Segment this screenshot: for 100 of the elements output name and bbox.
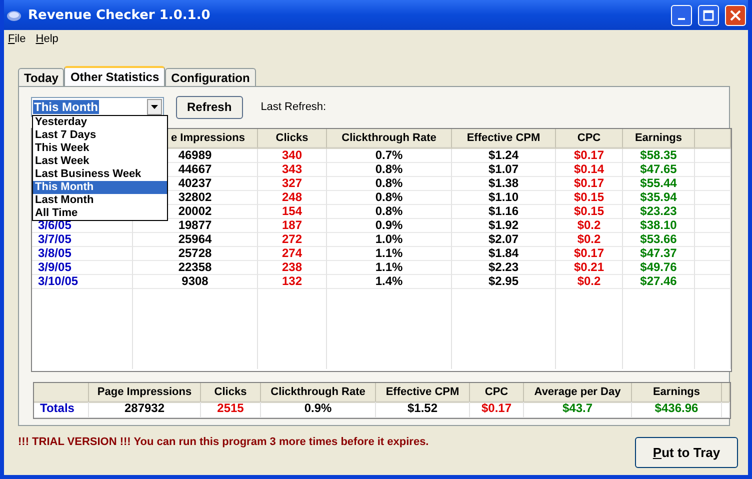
table-cell: 2515	[201, 402, 261, 418]
empty-cell	[695, 247, 731, 261]
menu-item[interactable]: File	[8, 32, 26, 44]
column-header[interactable]: CPC	[556, 129, 623, 149]
table-cell: 25964	[133, 233, 258, 247]
empty-cell	[695, 149, 731, 163]
table-cell: 1.1%	[327, 261, 452, 275]
empty-cell	[695, 177, 731, 191]
table-cell: $23.23	[623, 205, 695, 219]
column-header[interactable]: Effective CPM	[452, 129, 556, 149]
table-cell: 154	[258, 205, 327, 219]
column-header[interactable]: Clickthrough Rate	[261, 383, 376, 403]
table-cell: $2.07	[452, 233, 556, 247]
table-cell: 19877	[133, 219, 258, 233]
table-cell: $0.15	[556, 205, 623, 219]
table-cell: 0.8%	[327, 163, 452, 177]
column-header[interactable]: Clickthrough Rate	[327, 129, 452, 149]
table-cell: $43.7	[524, 402, 632, 418]
table-cell: 274	[258, 247, 327, 261]
table-cell: 248	[258, 191, 327, 205]
date-cell: 3/10/05	[32, 275, 133, 289]
empty-cell	[695, 261, 731, 275]
table-cell: 132	[258, 275, 327, 289]
table-cell: $55.44	[623, 177, 695, 191]
table-cell: $0.17	[470, 402, 524, 418]
table-cell: $2.95	[452, 275, 556, 289]
table-cell: 272	[258, 233, 327, 247]
date-cell: 3/7/05	[32, 233, 133, 247]
empty-cell	[695, 191, 731, 205]
dropdown-option[interactable]: This Month	[33, 181, 167, 194]
tab[interactable]: Other Statistics	[64, 66, 166, 86]
minimize-icon	[678, 18, 685, 20]
table-cell: 1.1%	[327, 247, 452, 261]
close-button[interactable]	[725, 4, 746, 26]
tab[interactable]: Configuration	[165, 68, 256, 86]
table-cell: 0.7%	[327, 149, 452, 163]
date-cell: 3/9/05	[32, 261, 133, 275]
column-header[interactable]: CPC	[470, 383, 524, 403]
put-to-tray-button[interactable]: Put to Tray	[635, 437, 738, 468]
empty-cell	[695, 275, 731, 289]
table-cell: 340	[258, 149, 327, 163]
menu-item[interactable]: Help	[36, 32, 58, 44]
last-refresh-label: Last Refresh:	[260, 101, 326, 113]
table-cell: $1.16	[452, 205, 556, 219]
empty-cell	[695, 163, 731, 177]
column-header[interactable]: Effective CPM	[376, 383, 470, 403]
column-header[interactable]: Earnings	[623, 129, 695, 149]
table-cell: $0.2	[556, 275, 623, 289]
table-cell: $1.07	[452, 163, 556, 177]
close-icon	[730, 10, 741, 20]
table-cell: 0.8%	[327, 191, 452, 205]
totals-label: Totals	[34, 402, 89, 418]
table-cell: $47.37	[623, 247, 695, 261]
dropdown-option[interactable]: Last 7 Days	[33, 129, 96, 142]
minimize-button[interactable]	[671, 4, 692, 26]
table-cell: $0.2	[556, 233, 623, 247]
table-cell: $53.66	[623, 233, 695, 247]
column-header[interactable]: Clicks	[201, 383, 261, 403]
table-cell: 22358	[133, 261, 258, 275]
empty-cell	[695, 233, 731, 247]
tab[interactable]: Today	[18, 68, 64, 86]
table-cell: 1.0%	[327, 233, 452, 247]
table-cell: $1.10	[452, 191, 556, 205]
table-cell: $27.46	[623, 275, 695, 289]
table-cell: $0.14	[556, 163, 623, 177]
table-cell: 327	[258, 177, 327, 191]
date-cell: 3/8/05	[32, 247, 133, 261]
refresh-button[interactable]: Refresh	[176, 96, 243, 118]
column-header[interactable]: Earnings	[632, 383, 722, 403]
table-cell: $0.21	[556, 261, 623, 275]
column-header[interactable]: Page Impressions	[89, 383, 201, 403]
maximize-button[interactable]	[698, 4, 719, 26]
trial-notice: !!! TRIAL VERSION !!! You can run this program 3 more times before it expires.	[18, 436, 429, 450]
table-cell: $1.52	[376, 402, 470, 418]
table-cell: $49.76	[623, 261, 695, 275]
table-cell: $0.15	[556, 191, 623, 205]
date-cell: 3/6/05	[32, 219, 133, 233]
empty-cell	[695, 219, 731, 233]
maximize-icon	[703, 10, 714, 20]
table-cell: $2.23	[452, 261, 556, 275]
window-title: Revenue Checker 1.0.1.0	[28, 8, 212, 22]
column-header[interactable]: Average per Day	[524, 383, 632, 403]
period-dropdown[interactable]: This Month	[31, 97, 164, 117]
table-cell: $436.96	[632, 402, 722, 418]
table-cell: 1.4%	[327, 275, 452, 289]
table-cell: $47.65	[623, 163, 695, 177]
column-header[interactable]: Clicks	[258, 129, 327, 149]
dropdown-value: This Month	[33, 100, 99, 114]
table-cell: 343	[258, 163, 327, 177]
table-cell: 287932	[89, 402, 201, 418]
table-cell: $38.10	[623, 219, 695, 233]
empty-cell	[695, 205, 731, 219]
table-cell: $1.24	[452, 149, 556, 163]
table-cell: 0.9%	[327, 219, 452, 233]
table-cell: $0.17	[556, 177, 623, 191]
table-cell: $0.17	[556, 149, 623, 163]
table-cell: 25728	[133, 247, 258, 261]
dropdown-option[interactable]: Yesterday	[33, 116, 87, 129]
table-cell: $35.94	[623, 191, 695, 205]
table-cell: 9308	[133, 275, 258, 289]
